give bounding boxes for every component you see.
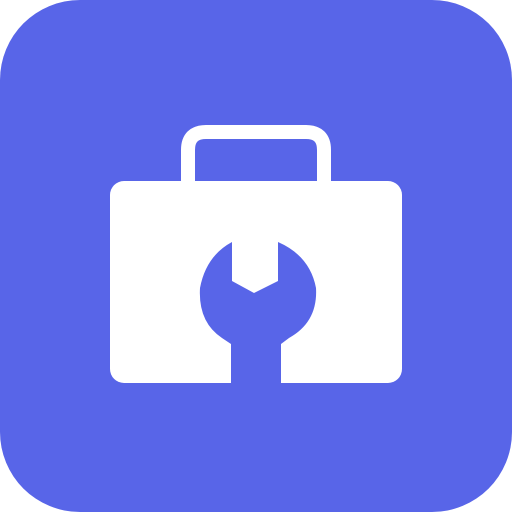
toolbox-wrench-icon: [110, 125, 402, 383]
app-icon[interactable]: [0, 0, 512, 512]
toolbox-handle: [181, 125, 331, 188]
